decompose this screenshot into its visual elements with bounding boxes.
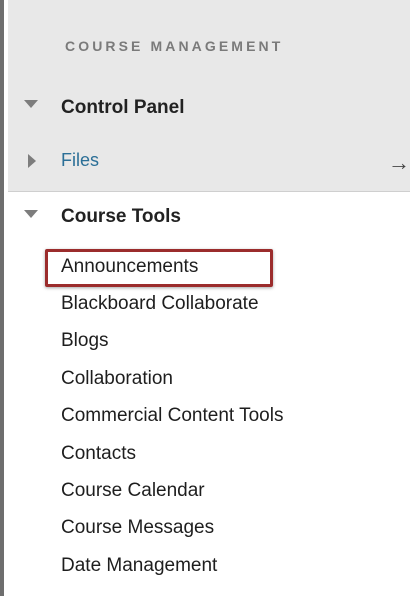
- course-management-title: COURSE MANAGEMENT: [65, 38, 284, 54]
- tool-item-blackboard-collaborate[interactable]: Blackboard Collaborate: [61, 293, 259, 315]
- tool-item-collaboration[interactable]: Collaboration: [61, 368, 173, 390]
- tool-item-course-calendar[interactable]: Course Calendar: [61, 480, 205, 502]
- expand-triangle-icon[interactable]: [24, 100, 38, 108]
- course-tools-label[interactable]: Course Tools: [61, 206, 181, 228]
- tool-item-contacts[interactable]: Contacts: [61, 443, 136, 465]
- announcements-highlight-box: [45, 249, 273, 287]
- control-panel-label[interactable]: Control Panel: [61, 97, 185, 119]
- tool-item-blogs[interactable]: Blogs: [61, 330, 109, 352]
- collapsed-triangle-icon[interactable]: [28, 154, 36, 168]
- course-menu-panel: COURSE MANAGEMENT Control Panel Files → …: [0, 0, 410, 596]
- tool-item-commercial-content-tools[interactable]: Commercial Content Tools: [61, 405, 283, 427]
- right-arrow-icon[interactable]: →: [388, 150, 410, 176]
- tool-item-date-management[interactable]: Date Management: [61, 555, 217, 577]
- expand-triangle-icon[interactable]: [24, 210, 38, 218]
- files-link[interactable]: Files: [61, 150, 99, 171]
- tool-item-course-messages[interactable]: Course Messages: [61, 517, 214, 539]
